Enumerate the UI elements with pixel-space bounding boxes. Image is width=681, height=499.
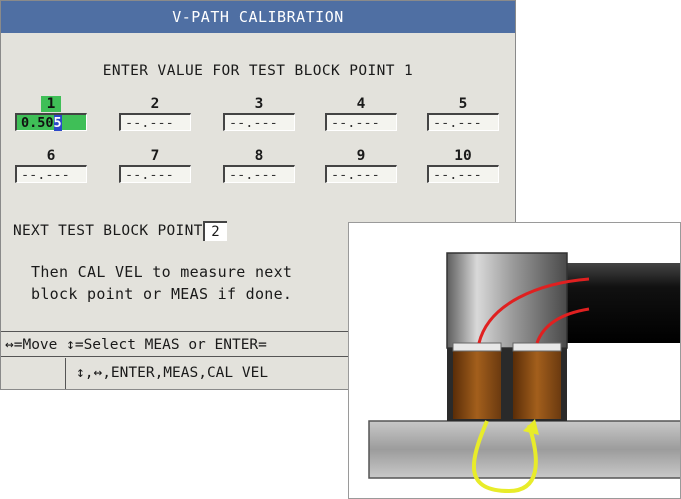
dual-element-transducer-image [368, 252, 680, 494]
test-point-10[interactable]: 10 --.--- [427, 147, 499, 187]
crystal-right-shape [513, 349, 561, 419]
test-point-label: 8 [254, 148, 264, 164]
test-point-field[interactable]: --.--- [119, 113, 191, 131]
test-point-field[interactable]: --.--- [325, 165, 397, 183]
note-line: block point or MEAS if done. [31, 285, 293, 303]
entry-prompt: ENTER VALUE FOR TEST BLOCK POINT 1 [102, 63, 414, 79]
next-point-row: NEXT TEST BLOCK POINT 2 [13, 221, 227, 241]
test-point-2[interactable]: 2 --.--- [119, 95, 191, 135]
test-point-7[interactable]: 7 --.--- [119, 147, 191, 187]
test-point-6[interactable]: 6 --.--- [15, 147, 87, 187]
test-point-label: 6 [46, 148, 56, 164]
element-left-shape [452, 342, 502, 352]
element-right-shape [512, 342, 562, 352]
test-point-field[interactable]: --.--- [427, 165, 499, 183]
test-point-9[interactable]: 9 --.--- [325, 147, 397, 187]
test-point-3[interactable]: 3 --.--- [223, 95, 295, 135]
test-point-field[interactable]: --.--- [223, 113, 295, 131]
test-point-8[interactable]: 8 --.--- [223, 147, 295, 187]
test-point-label: 2 [150, 96, 160, 112]
test-point-1[interactable]: 1 0.505 [15, 95, 87, 135]
test-point-field[interactable]: --.--- [223, 165, 295, 183]
test-point-label: 9 [356, 148, 366, 164]
test-point-label: 3 [254, 96, 264, 112]
next-point-label: NEXT TEST BLOCK POINT [13, 223, 203, 239]
test-point-label: 10 [454, 148, 472, 164]
crystal-left-shape [453, 349, 501, 419]
cable-shape [559, 263, 680, 343]
test-point-label: 4 [356, 96, 366, 112]
screen-title: V-PATH CALIBRATION [1, 1, 515, 33]
shortcut-list: ↕,↔,ENTER,MEAS,CAL VEL [65, 358, 268, 389]
test-point-field[interactable]: --.--- [325, 113, 397, 131]
next-point-field[interactable]: 2 [202, 221, 227, 241]
test-point-4[interactable]: 4 --.--- [325, 95, 397, 135]
housing-shape [446, 252, 568, 349]
test-point-field[interactable]: --.--- [427, 113, 499, 131]
test-point-field[interactable]: 0.505 [15, 113, 87, 131]
note-line: Then CAL VEL to measure next [31, 263, 293, 281]
test-point-field[interactable]: --.--- [15, 165, 87, 183]
test-point-5[interactable]: 5 --.--- [427, 95, 499, 135]
test-point-field[interactable]: --.--- [119, 165, 191, 183]
text-cursor: 5 [53, 115, 62, 131]
test-point-label: 5 [458, 96, 468, 112]
transducer-illustration [348, 222, 681, 499]
test-point-label: 7 [150, 148, 160, 164]
instruction-note: Then CAL VEL to measure next block point… [31, 261, 292, 305]
test-point-label: 1 [40, 96, 62, 112]
